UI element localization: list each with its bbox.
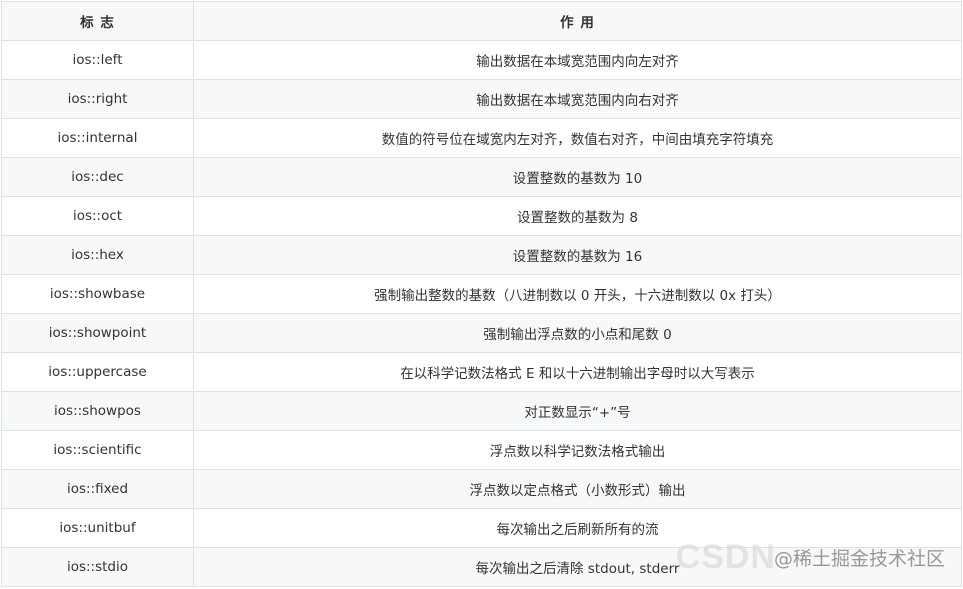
effect-cell: 每次输出之后清除 stdout, stderr (193, 547, 962, 587)
effect-cell: 在以科学记数法格式 E 和以十六进制输出字母时以大写表示 (193, 352, 962, 392)
flag-cell: ios::unitbuf (1, 508, 194, 548)
table-row: ios::oct 设置整数的基数为 8 (1, 196, 962, 236)
effect-cell: 设置整数的基数为 16 (193, 235, 962, 275)
effect-cell: 输出数据在本域宽范围内向右对齐 (193, 79, 962, 119)
flags-table-container: 标 志 作 用 ios::left 输出数据在本域宽范围内向左对齐 ios::r… (1, 1, 962, 587)
table-row: ios::showpos 对正数显示“+”号 (1, 391, 962, 431)
flag-cell: ios::fixed (1, 469, 194, 509)
flag-cell: ios::left (1, 40, 194, 80)
table-row: ios::fixed 浮点数以定点格式（小数形式）输出 (1, 469, 962, 509)
flag-cell: ios::showbase (1, 274, 194, 314)
flag-cell: ios::stdio (1, 547, 194, 587)
table-row: ios::right 输出数据在本域宽范围内向右对齐 (1, 79, 962, 119)
effect-cell: 强制输出浮点数的小点和尾数 0 (193, 313, 962, 353)
effect-cell: 设置整数的基数为 8 (193, 196, 962, 236)
table-row: ios::showbase 强制输出整数的基数（八进制数以 0 开头，十六进制数… (1, 274, 962, 314)
flag-cell: ios::showpoint (1, 313, 194, 353)
effect-cell: 浮点数以定点格式（小数形式）输出 (193, 469, 962, 509)
table-row: ios::scientific 浮点数以科学记数法格式输出 (1, 430, 962, 470)
effect-cell: 每次输出之后刷新所有的流 (193, 508, 962, 548)
flag-cell: ios::right (1, 79, 194, 119)
effect-cell: 数值的符号位在域宽内左对齐，数值右对齐，中间由填充字符填充 (193, 118, 962, 158)
flags-table: 标 志 作 用 ios::left 输出数据在本域宽范围内向左对齐 ios::r… (1, 1, 962, 587)
flag-cell: ios::oct (1, 196, 194, 236)
effect-cell: 强制输出整数的基数（八进制数以 0 开头，十六进制数以 0x 打头） (193, 274, 962, 314)
effect-cell: 输出数据在本域宽范围内向左对齐 (193, 40, 962, 80)
flag-cell: ios::internal (1, 118, 194, 158)
header-effect: 作 用 (193, 1, 962, 41)
table-header-row: 标 志 作 用 (1, 1, 962, 41)
effect-cell: 对正数显示“+”号 (193, 391, 962, 431)
header-flag: 标 志 (1, 1, 194, 41)
table-row: ios::hex 设置整数的基数为 16 (1, 235, 962, 275)
table-row: ios::dec 设置整数的基数为 10 (1, 157, 962, 197)
flag-cell: ios::hex (1, 235, 194, 275)
flag-cell: ios::uppercase (1, 352, 194, 392)
effect-cell: 设置整数的基数为 10 (193, 157, 962, 197)
flag-cell: ios::showpos (1, 391, 194, 431)
flag-cell: ios::scientific (1, 430, 194, 470)
table-row: ios::showpoint 强制输出浮点数的小点和尾数 0 (1, 313, 962, 353)
table-row: ios::internal 数值的符号位在域宽内左对齐，数值右对齐，中间由填充字… (1, 118, 962, 158)
table-row: ios::unitbuf 每次输出之后刷新所有的流 (1, 508, 962, 548)
effect-cell: 浮点数以科学记数法格式输出 (193, 430, 962, 470)
table-row: ios::uppercase 在以科学记数法格式 E 和以十六进制输出字母时以大… (1, 352, 962, 392)
flag-cell: ios::dec (1, 157, 194, 197)
table-row: ios::left 输出数据在本域宽范围内向左对齐 (1, 40, 962, 80)
table-row: ios::stdio 每次输出之后清除 stdout, stderr (1, 547, 962, 587)
